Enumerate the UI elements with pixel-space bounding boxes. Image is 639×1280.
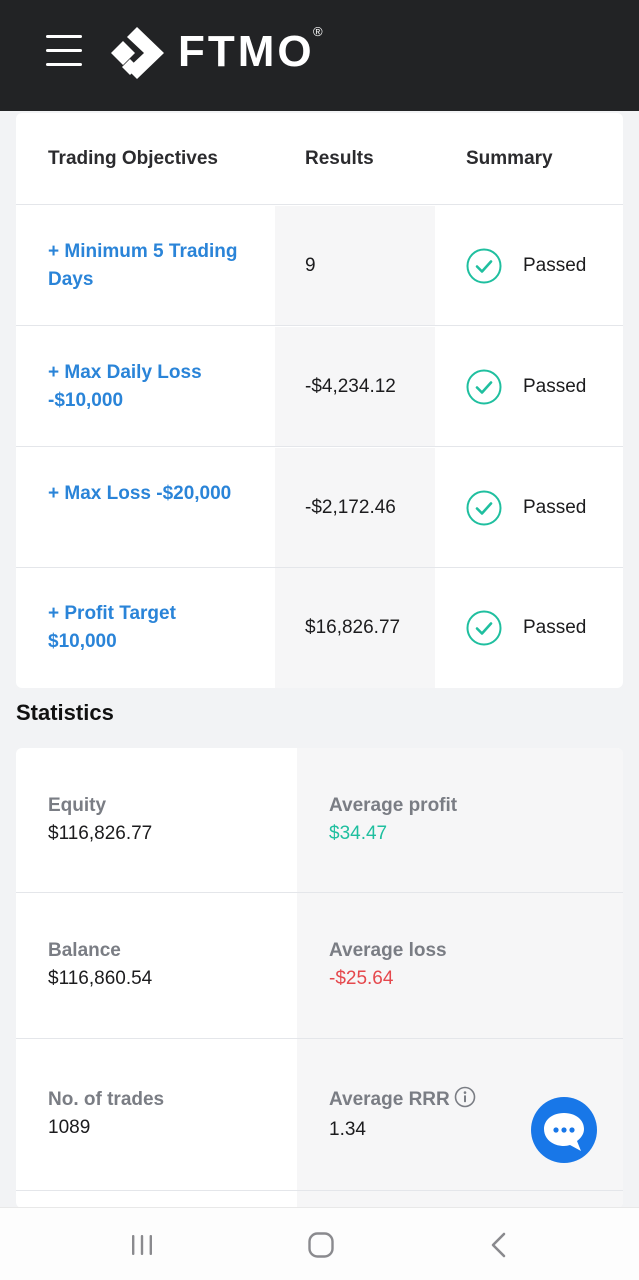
stat-value: -$25.64 <box>329 968 394 989</box>
stat-average-rrr: Average RRR 1.34 <box>329 1086 476 1144</box>
objective-link-minimum-trading-days[interactable]: + Minimum 5 Trading Days <box>48 238 248 294</box>
status-text: Passed <box>523 255 587 276</box>
system-navigation-bar <box>0 1207 639 1280</box>
info-icon[interactable] <box>454 1086 476 1108</box>
stat-value: $34.47 <box>329 823 388 844</box>
statistics-title: Statistics <box>16 700 114 725</box>
home-icon[interactable] <box>306 1230 336 1260</box>
stat-label: Equity <box>48 795 107 816</box>
registered-mark: ® <box>313 24 323 39</box>
result-value: 9 <box>305 255 316 276</box>
stat-value: $116,860.54 <box>48 968 153 989</box>
chat-bubble-icon[interactable] <box>529 1096 599 1166</box>
stat-value: $116,826.77 <box>48 823 153 844</box>
table-row: + Max Daily Loss -$10,000 -$4,234.12 Pas… <box>16 327 623 447</box>
table-row: + Profit Target $10,000 $16,826.77 Passe… <box>16 568 623 688</box>
stat-label-text: Average RRR <box>329 1089 450 1110</box>
check-circle-icon <box>466 490 502 526</box>
objective-link-max-daily-loss[interactable]: + Max Daily Loss -$10,000 <box>48 359 248 415</box>
status-text: Passed <box>523 376 587 397</box>
stat-balance: Balance $116,860.54 <box>48 937 152 993</box>
stat-label: Average RRR <box>329 1086 476 1114</box>
result-value: -$4,234.12 <box>305 376 396 397</box>
stat-value: 1089 <box>48 1117 91 1138</box>
stat-average-profit: Average profit $34.47 <box>329 792 457 848</box>
trading-objectives-table: Trading Objectives Results Summary + Min… <box>16 113 623 688</box>
recents-icon[interactable] <box>127 1230 157 1260</box>
status-text: Passed <box>523 617 587 638</box>
hamburger-menu-icon[interactable] <box>46 35 82 67</box>
table-row: + Minimum 5 Trading Days 9 Passed <box>16 206 623 326</box>
stat-label: No. of trades <box>48 1089 165 1110</box>
check-circle-icon <box>466 248 502 284</box>
header-summary: Summary <box>466 148 553 169</box>
brand-name[interactable]: FTMO <box>178 28 315 76</box>
stat-value: 1.34 <box>329 1119 366 1140</box>
stat-average-loss: Average loss -$25.64 <box>329 937 447 993</box>
header-trading-objectives: Trading Objectives <box>48 148 218 169</box>
objective-link-profit-target[interactable]: + Profit Target $10,000 <box>48 600 248 656</box>
stat-number-of-trades: No. of trades 1089 <box>48 1086 164 1142</box>
back-icon[interactable] <box>485 1230 515 1260</box>
check-circle-icon <box>466 610 502 646</box>
stat-label: Average profit <box>329 795 458 816</box>
check-circle-icon <box>466 369 502 405</box>
status-text: Passed <box>523 497 587 518</box>
result-value: $16,826.77 <box>305 617 401 638</box>
table-row: + Max Loss -$20,000 -$2,172.46 Passed <box>16 448 623 568</box>
stat-label: Average loss <box>329 940 447 961</box>
ftmo-logo-icon[interactable] <box>108 25 166 81</box>
stat-equity: Equity $116,826.77 <box>48 792 152 848</box>
header-results: Results <box>305 148 374 169</box>
stat-label: Balance <box>48 940 121 961</box>
result-value: -$2,172.46 <box>305 497 396 518</box>
table-header: Trading Objectives Results Summary <box>16 113 623 205</box>
objective-link-max-loss[interactable]: + Max Loss -$20,000 <box>48 480 248 508</box>
app-header: FTMO ® <box>0 0 639 111</box>
